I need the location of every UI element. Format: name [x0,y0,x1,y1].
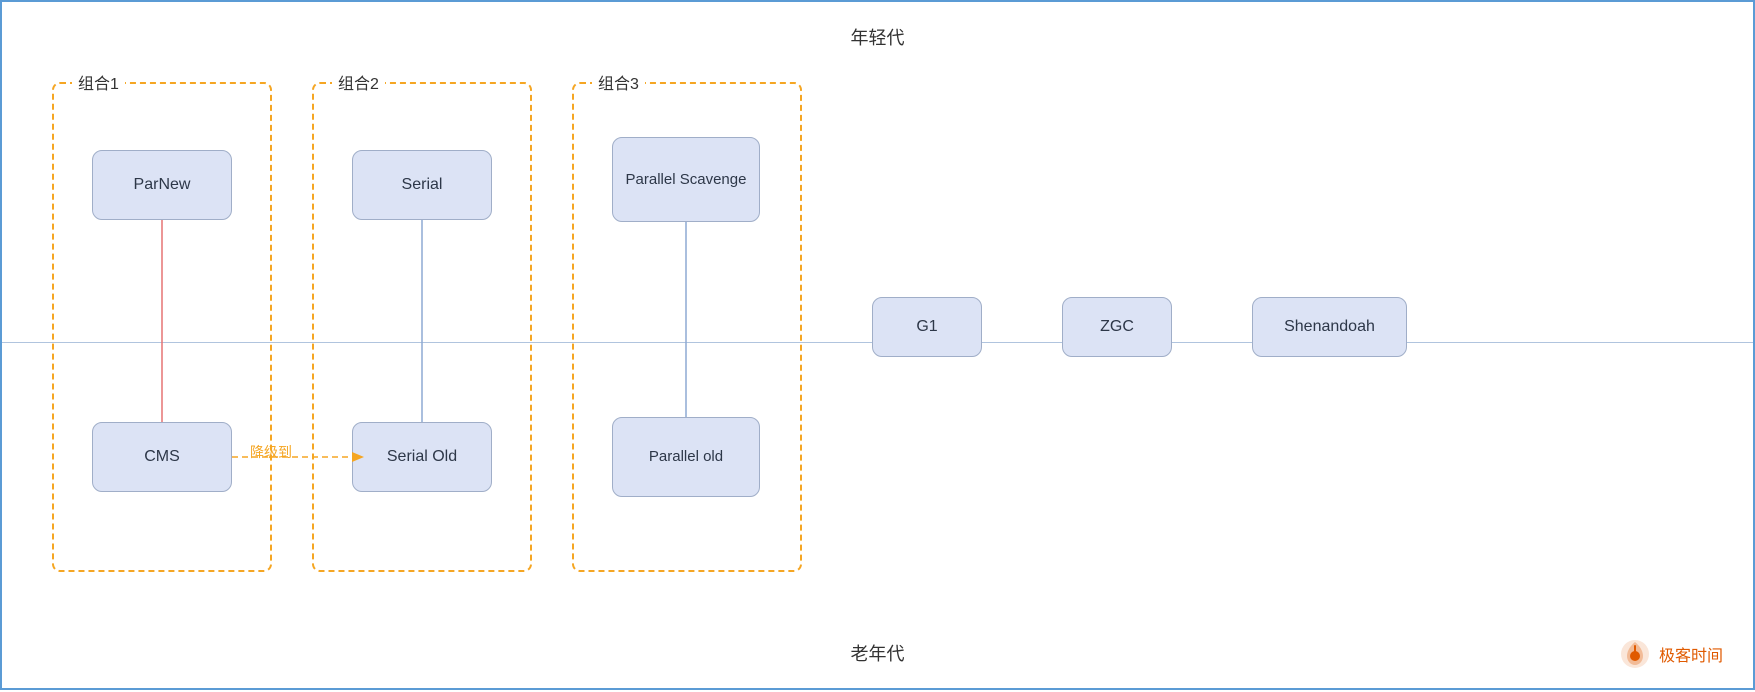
zgc-node: ZGC [1062,297,1172,357]
parnew-node: ParNew [92,150,232,220]
group1-label: 组合1 [72,70,125,94]
main-container: 年轻代 老年代 组合1 组合2 组合3 ParNew CMS Serial Se… [0,0,1755,690]
old-gen-label: 老年代 [851,640,905,666]
logo-icon [1619,638,1651,670]
logo-text: 极客时间 [1659,642,1723,666]
serial-node: Serial [352,150,492,220]
shenandoah-node: Shenandoah [1252,297,1407,357]
logo-area: 极客时间 [1619,638,1723,670]
group2-label: 组合2 [332,70,385,94]
group3-label: 组合3 [592,70,645,94]
young-gen-label: 年轻代 [851,24,905,50]
g1-node: G1 [872,297,982,357]
serial-old-node: Serial Old [352,422,492,492]
cms-node: CMS [92,422,232,492]
parallel-old-node: Parallel old [612,417,760,497]
parallel-scavenge-node: Parallel Scavenge [612,137,760,222]
downgrade-label: 降级到 [250,442,292,462]
